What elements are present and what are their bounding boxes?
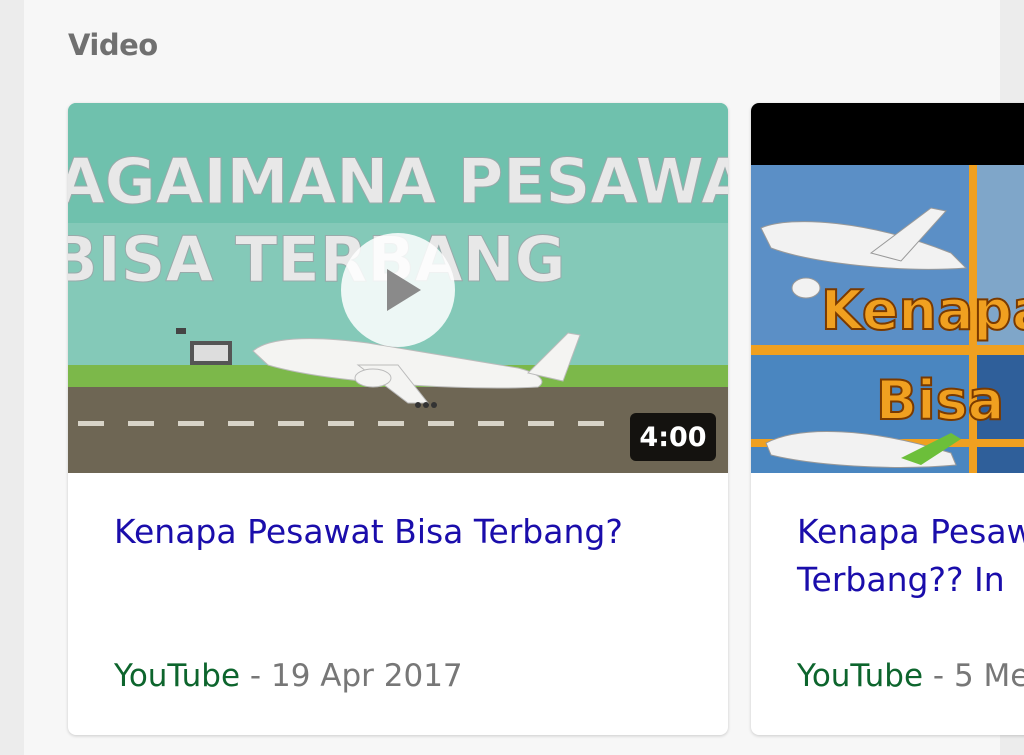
video-title-link[interactable]: Kenapa Pesawat Bisa Terbang?	[114, 508, 714, 556]
duration-badge: 4:00	[630, 413, 716, 461]
thumbnail-headline-1: BAGAIMANA PESAWAT	[68, 145, 728, 218]
video-source: YouTube	[114, 658, 241, 694]
video-date: 19 Apr 2017	[270, 658, 463, 694]
section-title: Video	[68, 28, 158, 62]
video-thumbnail[interactable]: Kenapa Bisa	[751, 103, 1024, 473]
thumbnail-headline-2: BISA TERBANG	[68, 223, 565, 296]
video-date: 5 Me	[953, 658, 1024, 694]
video-title-line-2: Terbang?? In	[797, 560, 1005, 599]
video-title-link[interactable]: Kenapa Pesawat Bisa Terbang?? In	[797, 508, 1024, 604]
video-card[interactable]: Kenapa Bisa Kenapa Pesawat Bisa Terbang?…	[751, 103, 1024, 735]
meta-separator: -	[240, 658, 271, 694]
video-card[interactable]: BAGAIMANA PESAWAT BISA TERBANG	[68, 103, 728, 735]
video-thumbnail[interactable]: BAGAIMANA PESAWAT BISA TERBANG	[68, 103, 728, 473]
thumbnail-headline-1: Kenapa	[821, 279, 1024, 342]
thumbnail-headline-2: Bisa	[876, 369, 1004, 432]
video-source: YouTube	[797, 658, 924, 694]
video-meta: YouTube - 5 Me	[797, 658, 1024, 694]
video-meta: YouTube - 19 Apr 2017	[114, 658, 463, 694]
play-button[interactable]	[341, 233, 455, 347]
play-icon	[387, 269, 421, 311]
video-title-line-1: Kenapa Pesawat Bisa	[797, 512, 1024, 551]
meta-separator: -	[923, 658, 954, 694]
